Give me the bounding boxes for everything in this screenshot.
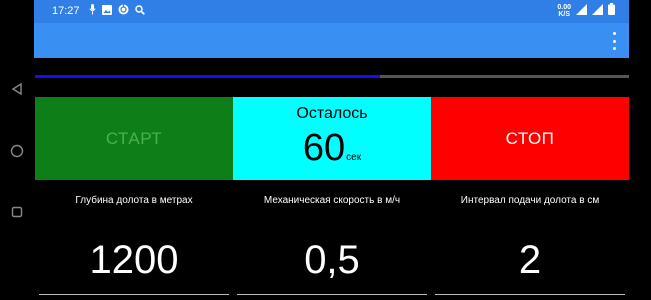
signal-icon [592, 3, 603, 18]
sync-icon [118, 4, 129, 18]
home-icon[interactable] [8, 142, 26, 160]
network-speed-unit: K/S [558, 10, 571, 18]
bit-depth-field: Глубина долота в метрах 1200 [35, 190, 233, 300]
image-icon [102, 4, 112, 18]
battery-icon [608, 3, 615, 18]
timer-label: Осталось [296, 105, 368, 122]
timer-value: 60 [302, 127, 346, 169]
start-button[interactable]: СТАРТ [35, 97, 233, 180]
wifi-icon [576, 3, 587, 18]
rop-field: Механическая скорость в м/ч 0,5 [233, 190, 431, 300]
recents-icon[interactable] [8, 203, 26, 221]
start-button-label: СТАРТ [105, 128, 163, 148]
more-vert-icon[interactable] [611, 32, 617, 50]
feed-interval-underline [435, 294, 625, 295]
notification-icons [89, 4, 145, 18]
back-icon[interactable] [8, 80, 26, 98]
mic-icon [89, 4, 96, 18]
countdown-progress-fill [35, 75, 380, 78]
rop-input[interactable]: 0,5 [233, 238, 431, 283]
network-speed-value: 0.00 [557, 3, 571, 11]
rop-label: Механическая скорость в м/ч [263, 195, 401, 206]
feed-interval-field: Интервал подачи долота в см 2 [431, 190, 629, 300]
bit-depth-underline [39, 294, 229, 295]
status-time: 17:27 [52, 5, 80, 17]
rop-underline [237, 294, 427, 295]
timer-unit: сек [346, 152, 362, 163]
bit-depth-input[interactable]: 1200 [35, 238, 233, 283]
feed-interval-input[interactable]: 2 [431, 238, 629, 283]
countdown-progress-bar [35, 75, 629, 78]
timer-display: Осталось 60сек [233, 97, 431, 180]
feed-interval-label: Интервал подачи долота в см [460, 195, 600, 206]
stop-button[interactable]: СТОП [431, 97, 629, 180]
bit-depth-label: Глубина долота в метрах [75, 195, 193, 206]
timer-readout: 60сек [233, 127, 431, 170]
status-bar: 17:27 0.00 K/S [34, 0, 629, 23]
system-status-icons: 0.00 K/S [557, 3, 615, 18]
system-nav-bar [0, 0, 34, 300]
app-bar [34, 23, 629, 58]
network-speed: 0.00 K/S [557, 4, 571, 18]
stop-button-label: СТОП [505, 128, 555, 148]
search-icon [135, 4, 145, 18]
